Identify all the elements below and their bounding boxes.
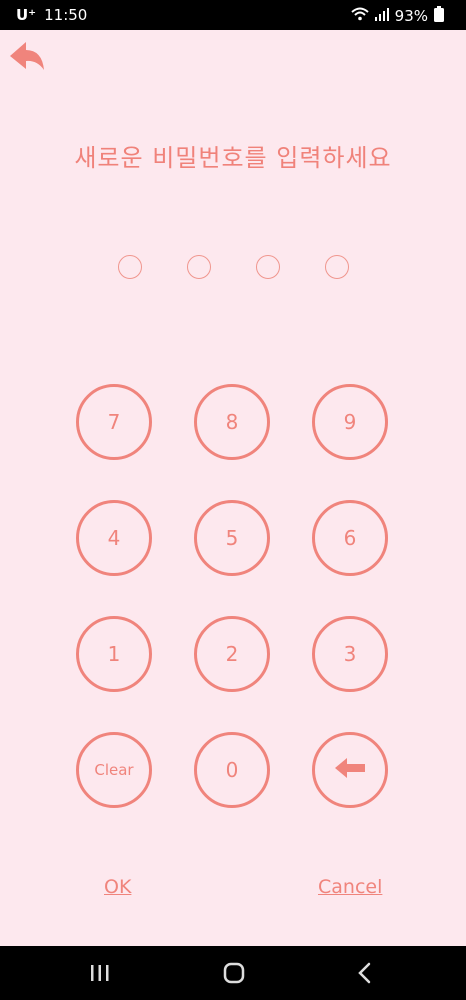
digit-key-2[interactable]: 2	[194, 616, 270, 692]
digit-key-3[interactable]: 3	[312, 616, 388, 692]
status-right: 93%	[350, 6, 444, 26]
cancel-button[interactable]: Cancel	[318, 876, 382, 898]
status-bar: U⁺ 11:50 93%	[0, 0, 466, 30]
pin-indicator	[0, 255, 466, 281]
digit-key-6[interactable]: 6	[312, 500, 388, 576]
signal-icon	[374, 7, 389, 25]
wifi-icon	[350, 6, 369, 26]
digit-key-5[interactable]: 5	[194, 500, 270, 576]
page-title: 새로운 비밀번호를 입력하세요	[74, 144, 392, 172]
digit-key-4[interactable]: 4	[76, 500, 152, 576]
pin-dot	[256, 255, 280, 279]
carrier-label: U⁺	[16, 6, 37, 24]
status-time: 11:50	[44, 6, 88, 24]
backspace-button[interactable]	[312, 732, 388, 808]
digit-key-1[interactable]: 1	[76, 616, 152, 692]
digit-key-0[interactable]: 0	[194, 732, 270, 808]
ok-button[interactable]: OK	[104, 876, 131, 898]
backspace-arrow-icon	[333, 756, 367, 785]
home-icon[interactable]	[214, 958, 254, 988]
battery-percent: 93%	[394, 7, 428, 25]
app-area: 새로운 비밀번호를 입력하세요 7 8 9 4 5 6 1 2 3 Clear 0 OK Cance…	[0, 30, 466, 946]
back-arrow-icon[interactable]	[6, 36, 50, 76]
digit-key-7[interactable]: 7	[76, 384, 152, 460]
clear-button[interactable]: Clear	[76, 732, 152, 808]
back-icon[interactable]	[346, 958, 386, 988]
recent-apps-icon[interactable]	[80, 958, 120, 988]
pin-dot	[187, 255, 211, 279]
status-left: U⁺ 11:50	[16, 6, 87, 24]
pin-dot	[118, 255, 142, 279]
battery-icon	[434, 6, 444, 26]
pin-dot	[325, 255, 349, 279]
navigation-bar	[0, 946, 466, 1000]
digit-key-9[interactable]: 9	[312, 384, 388, 460]
digit-key-8[interactable]: 8	[194, 384, 270, 460]
